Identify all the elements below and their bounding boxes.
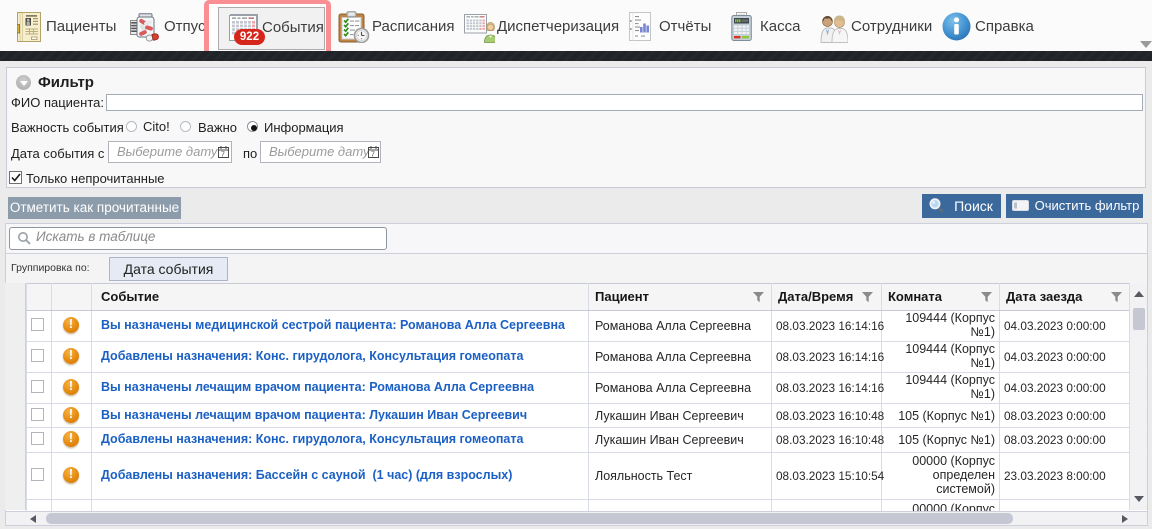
svg-text:7: 7 [371, 152, 375, 159]
svg-text:7: 7 [221, 152, 225, 159]
